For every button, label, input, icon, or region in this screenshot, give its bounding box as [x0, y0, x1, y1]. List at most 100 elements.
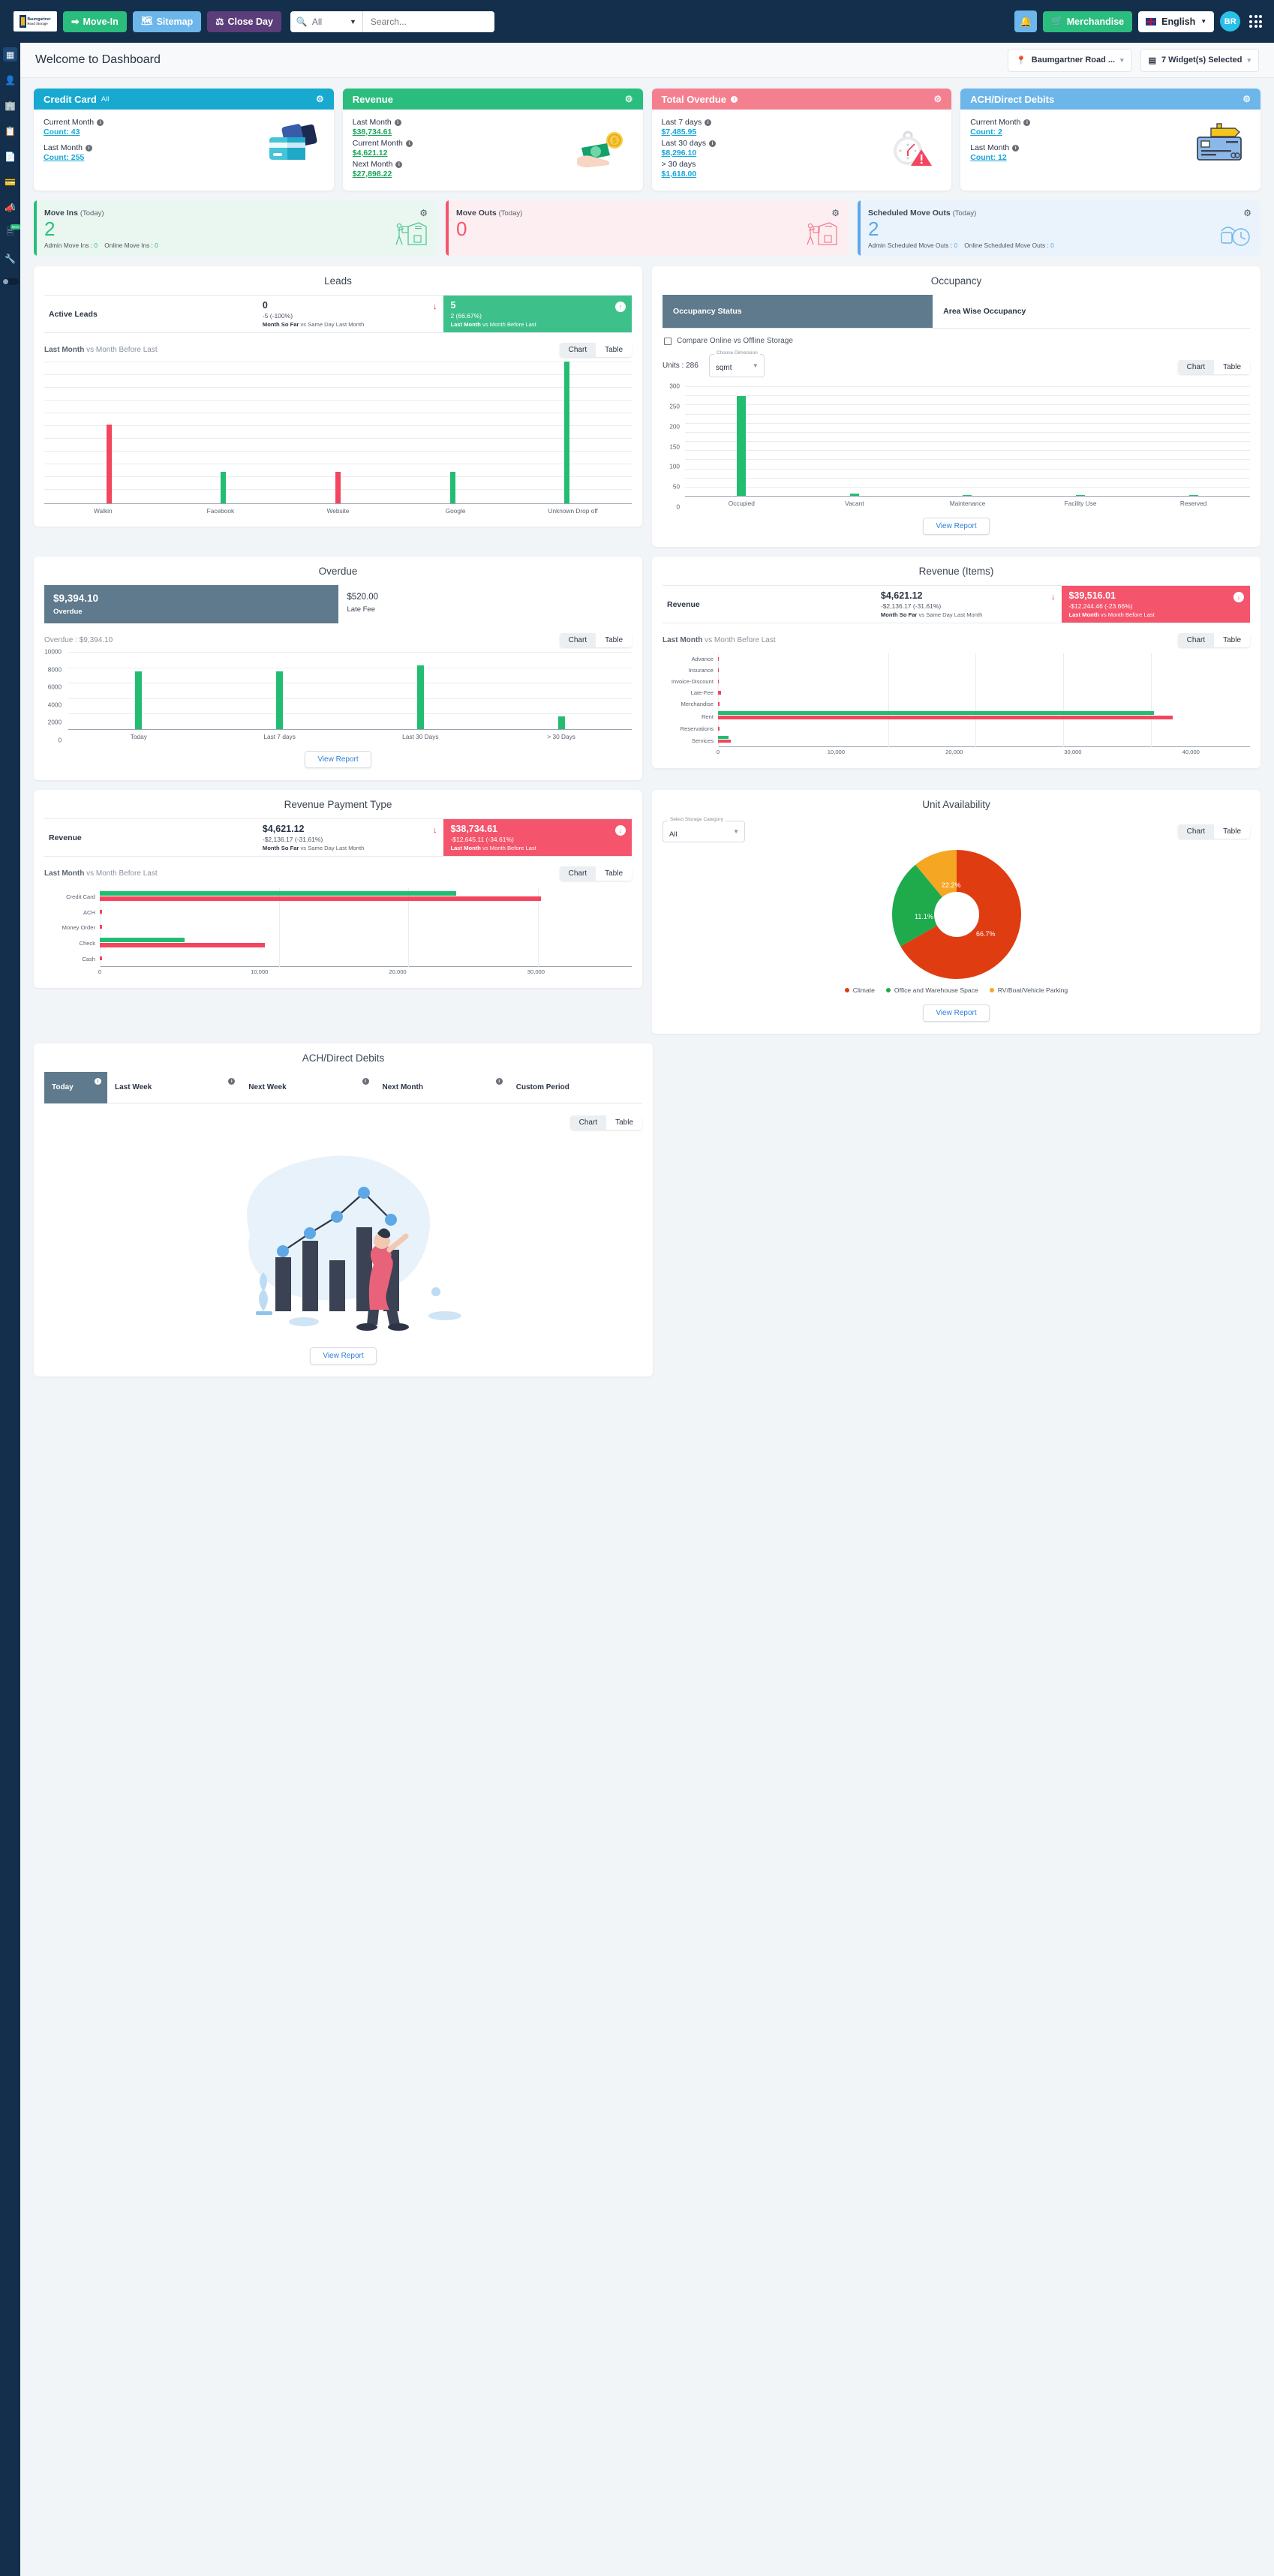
- y-tick: 10000: [44, 648, 62, 656]
- revenue-payment-chart-toggle[interactable]: Chart: [559, 866, 596, 881]
- ach-view-report-button[interactable]: View Report: [310, 1347, 377, 1365]
- occupancy-table-toggle[interactable]: Table: [1214, 360, 1250, 374]
- info-icon[interactable]: i: [394, 119, 401, 126]
- admin-scheduled-value: 0: [954, 242, 958, 249]
- search-input[interactable]: [362, 11, 494, 32]
- storage-category-select[interactable]: Select Storage Category All ▼: [663, 817, 745, 842]
- note-rest: vs Same Day Last Month: [299, 321, 365, 328]
- page-header-controls: 📍 Baumgartner Road ... ▾ ▤ 7 Widget(s) S…: [1008, 48, 1259, 72]
- info-icon[interactable]: i: [705, 119, 712, 126]
- kpi-value-link[interactable]: $8,296.10: [662, 149, 881, 158]
- tab-occupancy-status[interactable]: Occupancy Status: [663, 295, 933, 328]
- ach-tab-next-month[interactable]: Next Month i: [374, 1072, 509, 1103]
- apps-grid-icon[interactable]: [1249, 15, 1262, 28]
- info-icon[interactable]: i: [495, 1078, 503, 1085]
- info-icon[interactable]: i: [362, 1078, 369, 1085]
- revenue-payment-table-toggle[interactable]: Table: [596, 866, 632, 881]
- leads-table-toggle[interactable]: Table: [596, 343, 632, 357]
- close-day-label: Close Day: [227, 16, 273, 27]
- h-label: Late-Fee: [690, 689, 714, 696]
- ach-tab-last-week[interactable]: Last Week i: [107, 1072, 242, 1103]
- legend-dot-office: [885, 988, 891, 992]
- revenue-items-table-toggle[interactable]: Table: [1214, 633, 1250, 647]
- gear-icon[interactable]: ⚙: [933, 94, 942, 104]
- compare-storage-row[interactable]: Compare Online vs Offline Storage: [664, 337, 1250, 345]
- ach-chart-toggle[interactable]: Chart: [569, 1115, 607, 1130]
- unit-availability-table-toggle[interactable]: Table: [1214, 824, 1250, 839]
- kpi-value-link[interactable]: Count: 2: [970, 128, 1189, 137]
- move-outs-title: Move Outs (Today): [456, 209, 838, 218]
- gear-icon[interactable]: ⚙: [419, 208, 428, 218]
- compare-storage-checkbox[interactable]: [664, 337, 672, 345]
- ach-table-toggle[interactable]: Table: [606, 1115, 642, 1130]
- dimension-select[interactable]: Choose Dimension sqmt ▼: [708, 350, 765, 377]
- kpi-label-text: Current Month: [352, 139, 403, 148]
- sidebar-item-marketing[interactable]: 📣: [3, 200, 17, 215]
- kpi-value-link[interactable]: $38,734.61: [353, 128, 572, 137]
- sidebar-item-payments[interactable]: 💳: [3, 175, 17, 189]
- x-label: Unknown Drop off: [548, 507, 598, 515]
- search-scope-dropdown[interactable]: 🔍 All ▼: [290, 11, 363, 32]
- ach-tab-next-week[interactable]: Next Week i: [241, 1072, 375, 1103]
- ach-tab-custom-period[interactable]: Custom Period: [508, 1072, 642, 1103]
- sidebar-item-settings[interactable]: 🔧: [3, 251, 17, 266]
- gear-icon[interactable]: ⚙: [831, 208, 840, 218]
- sitemap-button[interactable]: 🗺 Sitemap: [132, 11, 202, 32]
- sidebar-item-units[interactable]: 🏢: [3, 98, 17, 113]
- leads-sub-label: Last Month vs Month Before Last: [44, 346, 158, 354]
- user-avatar[interactable]: BR: [1220, 11, 1241, 32]
- occupancy-chart-toggle[interactable]: Chart: [1177, 360, 1215, 374]
- info-icon[interactable]: i: [405, 140, 413, 147]
- sidebar-item-dashboard[interactable]: ▦: [3, 47, 17, 62]
- legend-item-office[interactable]: Office and Warehouse Space: [885, 986, 978, 994]
- gear-icon[interactable]: ⚙: [1243, 208, 1251, 218]
- overdue-chart-toggle[interactable]: Chart: [559, 633, 596, 647]
- sidebar-item-tenants[interactable]: 👤: [3, 73, 17, 87]
- move-in-button[interactable]: ➡ Move-In: [63, 11, 127, 32]
- info-icon[interactable]: i: [730, 95, 738, 103]
- kpi-value-link[interactable]: $27,898.22: [353, 170, 572, 179]
- info-icon[interactable]: i: [395, 161, 403, 168]
- kpi-value-link[interactable]: $7,485.95: [662, 128, 881, 137]
- notifications-button[interactable]: 🔔: [1014, 11, 1038, 32]
- leads-chart-toggle[interactable]: Chart: [559, 343, 596, 357]
- widget-selector[interactable]: ▤ 7 Widget(s) Selected ▾: [1140, 48, 1259, 72]
- legend-item-rv[interactable]: RV/Boat/Vehicle Parking: [989, 986, 1068, 994]
- sidebar-item-invoices[interactable]: 📋: [3, 124, 17, 138]
- h-label: Money Order: [62, 923, 95, 931]
- info-icon[interactable]: i: [97, 119, 104, 126]
- app-logo[interactable]: Baumgartner Road Storage: [14, 11, 57, 32]
- merchandise-button[interactable]: 🛒 Merchandise: [1043, 11, 1133, 32]
- page-header: Welcome to Dashboard 📍 Baumgartner Road …: [20, 43, 1274, 78]
- gear-icon[interactable]: ⚙: [316, 94, 324, 104]
- legend-item-climate[interactable]: Climate: [844, 986, 875, 994]
- info-icon[interactable]: i: [85, 144, 92, 152]
- close-day-button[interactable]: ⚖ Close Day: [207, 11, 281, 32]
- info-icon[interactable]: i: [709, 140, 717, 147]
- gear-icon[interactable]: ⚙: [1242, 94, 1251, 104]
- unit-availability-view-report-button[interactable]: View Report: [923, 1004, 990, 1022]
- sidebar-item-documents[interactable]: 🗎 NEW: [3, 224, 20, 240]
- kpi-value-link[interactable]: $1,618.00: [662, 170, 881, 179]
- kpi-value-link[interactable]: Count: 255: [44, 153, 263, 162]
- unit-availability-chart-toggle[interactable]: Chart: [1177, 824, 1215, 839]
- language-selector[interactable]: English ▼: [1138, 11, 1215, 32]
- ach-tab-today[interactable]: Today i: [44, 1072, 107, 1103]
- sidebar-item-reports[interactable]: 📄: [3, 149, 17, 164]
- occupancy-view-report-button[interactable]: View Report: [923, 518, 990, 535]
- arrow-down-icon: ↓: [1050, 593, 1056, 602]
- info-icon[interactable]: i: [95, 1078, 101, 1085]
- gear-icon[interactable]: ⚙: [625, 94, 633, 104]
- info-icon[interactable]: i: [1023, 119, 1031, 126]
- info-icon[interactable]: i: [1012, 144, 1020, 152]
- overdue-table-toggle[interactable]: Table: [596, 633, 632, 647]
- revenue-items-chart-toggle[interactable]: Chart: [1177, 633, 1215, 647]
- sidebar-collapse-toggle[interactable]: [2, 278, 19, 285]
- tab-area-wise-occupancy[interactable]: Area Wise Occupancy: [933, 295, 1036, 328]
- kpi-value-link[interactable]: $4,621.12: [353, 149, 572, 158]
- kpi-value-link[interactable]: Count: 12: [970, 153, 1189, 162]
- info-icon[interactable]: i: [228, 1078, 236, 1085]
- overdue-view-report-button[interactable]: View Report: [305, 751, 371, 768]
- facility-selector[interactable]: 📍 Baumgartner Road ... ▾: [1008, 48, 1132, 72]
- kpi-value-link[interactable]: Count: 43: [44, 128, 263, 137]
